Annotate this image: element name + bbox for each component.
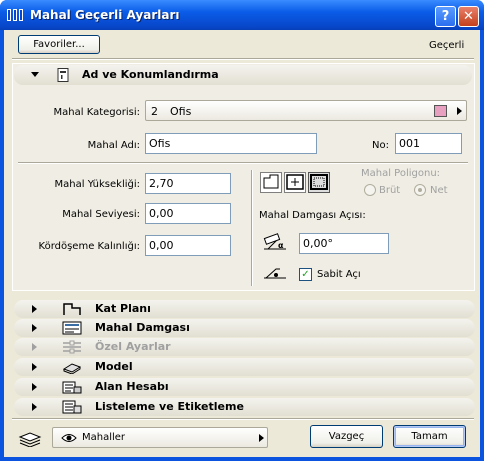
gross-radio[interactable]: [364, 184, 376, 196]
gross-rectangle-icon: [286, 174, 304, 190]
floor-thickness-field[interactable]: 0,00: [145, 235, 231, 256]
current-label: Geçerli: [429, 40, 465, 51]
level-label: Mahal Seviyesi:: [62, 209, 140, 220]
panel-divider: [18, 162, 468, 164]
cancel-button[interactable]: Vazgeç: [310, 425, 383, 448]
floor-thickness-label: Kördöşeme Kalınlığı:: [38, 241, 140, 252]
polygon-gross-button[interactable]: [284, 172, 306, 193]
category-number: 2: [151, 105, 158, 118]
net-radio[interactable]: [414, 184, 426, 196]
expand-arrow-icon: [32, 383, 37, 391]
section-header-area-calculation[interactable]: Alan Hesabı: [14, 378, 475, 396]
net-radio-label: Net: [430, 185, 448, 196]
zone-stamp-icon: [62, 321, 82, 335]
polygon-label: Mahal Poligonu:: [361, 168, 441, 179]
section-label-area-calculation: Alan Hesabı: [95, 380, 169, 393]
category-label: Mahal Kategorisi:: [53, 107, 140, 118]
section-header-name-positioning[interactable]: Ad ve Konumlandırma: [14, 65, 472, 85]
zone-id-icon: [57, 68, 69, 82]
fixed-angle-checkbox[interactable]: ✓: [299, 268, 312, 281]
stamp-angle-field[interactable]: 0,00°: [299, 233, 389, 254]
polygon-net-button[interactable]: [308, 172, 330, 193]
section-label-model: Model: [95, 360, 133, 373]
name-field[interactable]: Ofis: [145, 133, 317, 154]
favorites-button[interactable]: Favoriler...: [18, 35, 100, 54]
footer-divider: [12, 418, 474, 420]
level-field[interactable]: 0,00: [145, 203, 231, 224]
floor-plan-icon: [63, 303, 81, 315]
fixed-angle-label: Sabit Açı: [317, 269, 361, 280]
section-header-custom-settings[interactable]: Özel Ayarlar: [14, 338, 475, 356]
layer-value: Mahaller: [82, 432, 126, 443]
model-icon: [62, 363, 82, 374]
category-color-swatch: [434, 105, 447, 117]
angle-icon: α: [263, 233, 286, 250]
section-header-model[interactable]: Model: [14, 358, 475, 376]
title-bar[interactable]: Mahal Geçerli Ayarları ? ✕: [0, 0, 484, 30]
collapse-arrow-icon: [31, 72, 39, 77]
close-button[interactable]: ✕: [458, 6, 479, 27]
ok-button[interactable]: Tamam: [393, 425, 466, 448]
expand-arrow-icon: [32, 343, 37, 351]
category-value: Ofis: [170, 105, 192, 118]
dialog-window: Mahal Geçerli Ayarları ? ✕ Favoriler... …: [0, 0, 484, 461]
panel-vertical-divider: [251, 170, 253, 286]
section-header-floor-plan[interactable]: Kat Planı: [14, 300, 475, 318]
top-divider: [12, 58, 474, 60]
polygon-draw-button[interactable]: [260, 172, 282, 193]
section-header-listing-labeling[interactable]: Listeleme ve Etiketleme: [14, 398, 475, 416]
listing-labeling-icon: [62, 400, 82, 414]
layers-icon: [18, 432, 42, 447]
height-label: Mahal Yüksekliği:: [54, 179, 140, 190]
expand-arrow-icon: [32, 403, 37, 411]
layer-dropdown[interactable]: Mahaller: [52, 427, 268, 448]
section-label-name-positioning: Ad ve Konumlandırma: [82, 68, 219, 81]
number-field[interactable]: 001: [395, 133, 462, 154]
dropdown-arrow-icon: [457, 107, 462, 115]
stamp-angle-label: Mahal Damgası Açısı:: [259, 210, 366, 221]
category-dropdown[interactable]: 2 Ofis: [145, 100, 467, 121]
expand-arrow-icon: [32, 324, 37, 332]
net-rectangle-icon: [310, 174, 328, 190]
polygon-draw-icon: [263, 174, 279, 189]
height-field[interactable]: 2,70: [145, 173, 231, 194]
section-label-custom-settings: Özel Ayarlar: [95, 340, 171, 353]
section-label-zone-stamp: Mahal Damgası: [95, 321, 190, 334]
dropdown-arrow-icon: [259, 434, 264, 442]
section-header-zone-stamp[interactable]: Mahal Damgası: [14, 319, 475, 337]
window-title: Mahal Geçerli Ayarları: [30, 8, 180, 22]
gross-radio-label: Brüt: [379, 185, 401, 196]
eye-icon: [61, 434, 77, 442]
help-button[interactable]: ?: [435, 6, 456, 27]
area-calculation-icon: [62, 381, 82, 394]
name-label: Mahal Adı:: [87, 140, 140, 151]
custom-settings-icon: [63, 340, 81, 354]
app-icon: [7, 9, 23, 21]
number-label: No:: [372, 140, 389, 151]
svg-text:α: α: [278, 241, 284, 250]
section-label-floor-plan: Kat Planı: [95, 302, 151, 315]
dialog-body: Favoriler... Geçerli Ad ve Konumlandırma…: [4, 30, 480, 457]
expand-arrow-icon: [32, 305, 37, 313]
expand-arrow-icon: [32, 363, 37, 371]
fixed-angle-icon: [264, 268, 286, 279]
section-label-listing-labeling: Listeleme ve Etiketleme: [95, 400, 244, 413]
